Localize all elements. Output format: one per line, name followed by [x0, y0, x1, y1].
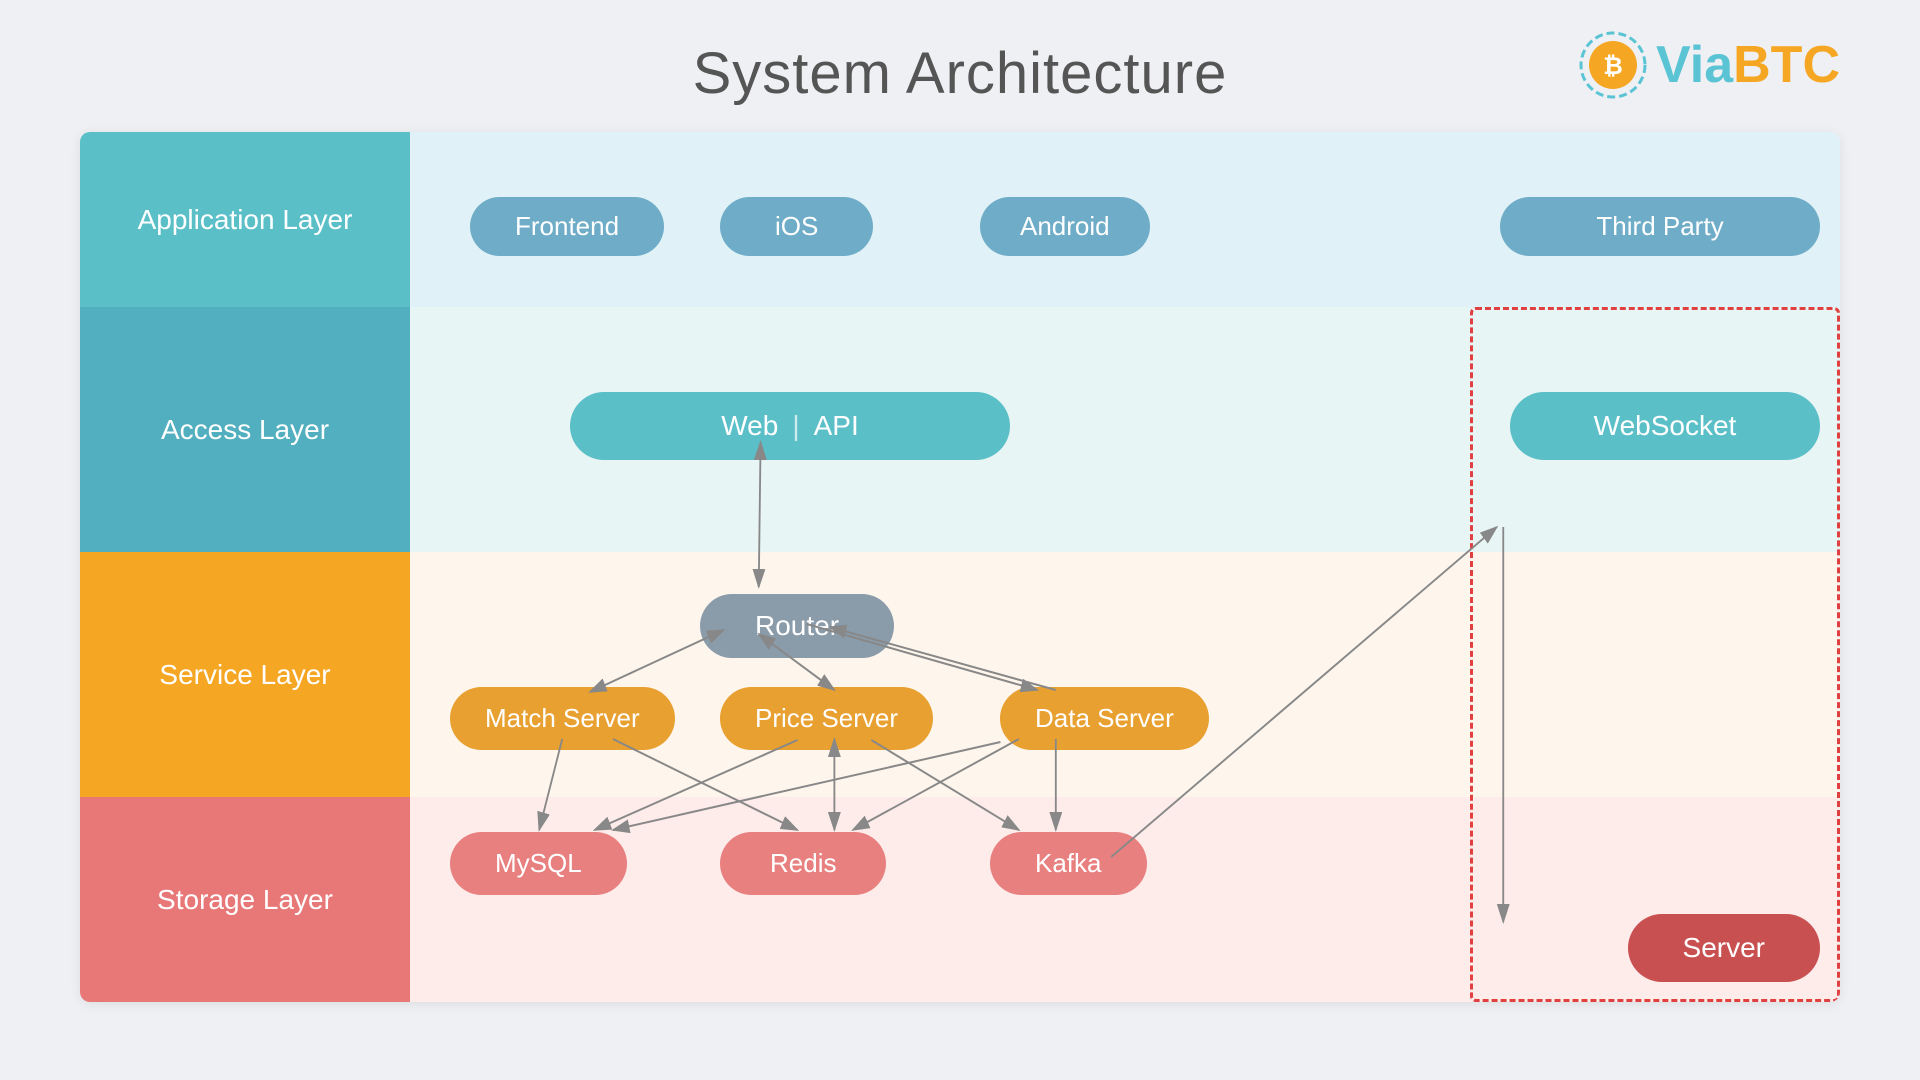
- web-api-pill: Web | API: [570, 392, 1010, 460]
- storage-row-bg: [410, 797, 1840, 1002]
- logo-text: ViaBTC: [1656, 35, 1840, 95]
- frontend-pill: Frontend: [470, 197, 664, 256]
- kafka-pill: Kafka: [990, 832, 1147, 895]
- ios-pill: iOS: [720, 197, 873, 256]
- service-row-bg: [410, 552, 1840, 797]
- logo-via: Via: [1656, 36, 1733, 94]
- websocket-pill: WebSocket: [1510, 392, 1820, 460]
- match-server-pill: Match Server: [450, 687, 675, 750]
- server-pill: Server: [1628, 914, 1820, 982]
- mysql-pill: MySQL: [450, 832, 627, 895]
- price-server-pill: Price Server: [720, 687, 933, 750]
- svg-text:₿: ₿: [1603, 53, 1623, 80]
- logo-btc: BTC: [1733, 36, 1840, 94]
- application-layer-label: Application Layer: [80, 132, 410, 307]
- page-container: System Architecture ₿ ViaBTC Application…: [0, 0, 1920, 1080]
- bitcoin-logo-icon: ₿: [1578, 30, 1648, 100]
- diagram-content: Frontend iOS Android Third Party Web | A…: [410, 132, 1840, 1002]
- third-party-pill: Third Party: [1500, 197, 1820, 256]
- page-title: System Architecture: [693, 40, 1228, 107]
- storage-layer-label: Storage Layer: [80, 797, 410, 1002]
- header: System Architecture ₿ ViaBTC: [0, 0, 1920, 127]
- logo-area: ₿ ViaBTC: [1578, 30, 1840, 100]
- access-layer-label: Access Layer: [80, 307, 410, 552]
- service-layer-label: Service Layer: [80, 552, 410, 797]
- router-pill: Router: [700, 594, 894, 658]
- android-pill: Android: [980, 197, 1150, 256]
- redis-pill: Redis: [720, 832, 886, 895]
- data-server-pill: Data Server: [1000, 687, 1209, 750]
- labels-column: Application Layer Access Layer Service L…: [80, 132, 410, 1002]
- architecture-diagram: Application Layer Access Layer Service L…: [80, 132, 1840, 1002]
